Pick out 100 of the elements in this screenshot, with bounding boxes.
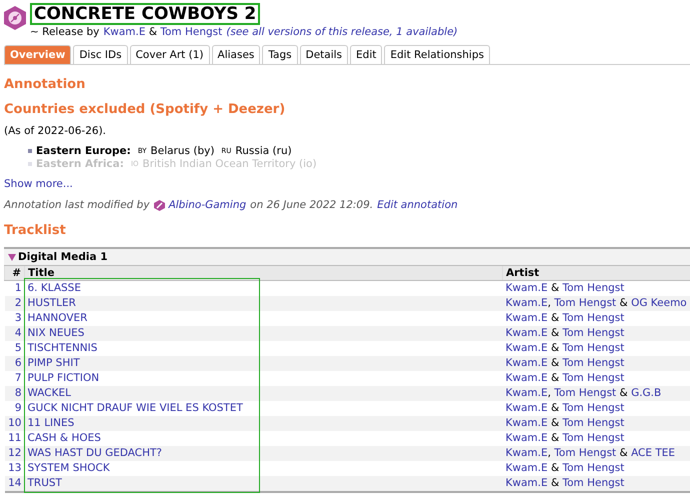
annotation-heading: Countries excluded (Spotify + Deezer): [4, 102, 286, 118]
modified-date: on 26 June 2022 12:09.: [250, 199, 374, 211]
artist-link[interactable]: Tom Hengst: [562, 462, 624, 474]
bullet-icon: [28, 148, 32, 152]
track-number: 5: [4, 341, 24, 356]
track-title-link[interactable]: WACKEL: [28, 387, 72, 399]
track-title-link[interactable]: HUSTLER: [28, 297, 76, 309]
tab[interactable]: Details: [300, 45, 348, 64]
section-heading: Annotation: [4, 77, 86, 93]
join-text: &: [550, 417, 560, 429]
editor-link[interactable]: Albino-Gaming: [168, 199, 246, 211]
tab[interactable]: Tags: [262, 45, 298, 64]
track-number: 8: [4, 386, 24, 401]
artist-link[interactable]: Tom Hengst: [562, 312, 624, 324]
track-title-link[interactable]: TISCHTENNIS: [28, 342, 98, 354]
track-number: 2: [4, 296, 24, 311]
track-number: 11: [4, 431, 24, 446]
artist-link[interactable]: Tom Hengst: [562, 357, 624, 369]
join-text: &: [550, 312, 560, 324]
join-text: &: [618, 387, 629, 399]
track-number: 4: [4, 326, 24, 341]
track-number: 12: [4, 446, 24, 461]
track-title-link[interactable]: HANNOVER: [28, 312, 88, 324]
region-label: Eastern Africa:: [36, 158, 124, 170]
artist-link[interactable]: Kwam.E: [506, 297, 548, 309]
artist-link[interactable]: Kwam.E: [506, 447, 548, 459]
artist-link[interactable]: Kwam.E: [506, 432, 548, 444]
track-title-link[interactable]: 6. KLASSE: [28, 282, 81, 294]
track-number: 3: [4, 311, 24, 326]
track-title-link[interactable]: 11 LINES: [28, 417, 74, 429]
track-number: 13: [4, 461, 24, 476]
artist-link[interactable]: Tom Hengst: [562, 477, 624, 489]
track-title-link[interactable]: PULP FICTION: [28, 372, 100, 384]
artist-link[interactable]: Kwam.E: [506, 312, 548, 324]
artist-link[interactable]: Tom Hengst: [160, 26, 222, 38]
track-title-link[interactable]: CASH & HOES: [28, 432, 101, 444]
track-title-link[interactable]: PIMP SHIT: [28, 357, 80, 369]
artist-link[interactable]: Tom Hengst: [562, 282, 624, 294]
track-number: 14: [4, 476, 24, 492]
column-header: Artist: [502, 266, 690, 280]
track-title-link[interactable]: NIX NEUES: [28, 327, 84, 339]
artist-link[interactable]: OG Keemo: [631, 297, 687, 309]
join-text: &: [550, 477, 560, 489]
artist-link[interactable]: Kwam.E: [506, 477, 548, 489]
country-name: British Indian Ocean Territory (io): [142, 158, 317, 170]
join-text: &: [148, 26, 158, 38]
artist-link[interactable]: Kwam.E: [506, 372, 548, 384]
artist-link[interactable]: Kwam.E: [506, 417, 548, 429]
region-label: Eastern Europe:: [36, 144, 131, 156]
join-text: ,: [548, 447, 552, 459]
tab[interactable]: Aliases: [212, 45, 260, 64]
artist-link[interactable]: Kwam.E: [506, 402, 548, 414]
artist-link[interactable]: Tom Hengst: [562, 402, 624, 414]
country-name: Belarus (by): [150, 144, 214, 156]
editor-avatar-icon: [154, 200, 165, 210]
artist-link[interactable]: Kwam.E: [506, 282, 548, 294]
artist-link[interactable]: G.G.B: [631, 387, 662, 399]
tab[interactable]: Disc IDs: [73, 45, 128, 64]
artist-link[interactable]: Kwam.E: [506, 327, 548, 339]
track-title-link[interactable]: GUCK NICHT DRAUF WIE VIEL ES KOSTET: [28, 402, 243, 414]
artist-link[interactable]: Tom Hengst: [562, 372, 624, 384]
artist-link[interactable]: Tom Hengst: [562, 432, 624, 444]
artist-link[interactable]: Tom Hengst: [562, 327, 624, 339]
country-name: Russia (ru): [235, 144, 292, 156]
artist-link[interactable]: Kwam.E: [506, 342, 548, 354]
artist-link[interactable]: Kwam.E: [506, 357, 548, 369]
versions-link[interactable]: (see all versions of this release, 1 available): [226, 26, 458, 38]
artist-link[interactable]: Kwam.E: [506, 462, 548, 474]
tab[interactable]: Edit: [350, 45, 382, 64]
tab[interactable]: Edit Relationships: [384, 45, 490, 64]
track-number: 9: [4, 401, 24, 416]
column-header: #: [4, 266, 24, 280]
join-text: &: [550, 357, 560, 369]
join-text: &: [550, 372, 560, 384]
join-text: &: [550, 327, 560, 339]
medium-header[interactable]: Digital Media 1: [4, 247, 690, 265]
track-number: 7: [4, 371, 24, 386]
join-text: &: [618, 447, 629, 459]
artist-link[interactable]: Tom Hengst: [562, 342, 624, 354]
show-more-link[interactable]: Show more...: [4, 178, 73, 190]
artist-link[interactable]: Kwam.E: [103, 26, 146, 38]
artist-link[interactable]: Tom Hengst: [554, 297, 616, 309]
modified-text: Annotation last modified by: [4, 199, 150, 211]
join-text: ,: [548, 387, 552, 399]
artist-link[interactable]: Kwam.E: [506, 387, 548, 399]
join-text: &: [550, 342, 560, 354]
track-title-link[interactable]: TRUST: [28, 477, 62, 489]
track-title-link[interactable]: WAS HAST DU GEDACHT?: [28, 447, 162, 459]
artist-link[interactable]: Tom Hengst: [554, 447, 616, 459]
track-title-link[interactable]: SYSTEM SHOCK: [28, 462, 110, 474]
tab[interactable]: Cover Art (1): [130, 45, 210, 64]
artist-link[interactable]: Tom Hengst: [562, 417, 624, 429]
join-text: &: [550, 462, 560, 474]
artist-link[interactable]: Tom Hengst: [554, 387, 616, 399]
artist-link[interactable]: ACE TEE: [631, 447, 676, 459]
section-heading: Tracklist: [4, 223, 67, 239]
release-by-text: ~ Release by: [30, 26, 100, 38]
track-number: 1: [4, 280, 24, 296]
edit-annotation-link[interactable]: Edit annotation: [377, 199, 458, 211]
join-text: &: [550, 432, 560, 444]
